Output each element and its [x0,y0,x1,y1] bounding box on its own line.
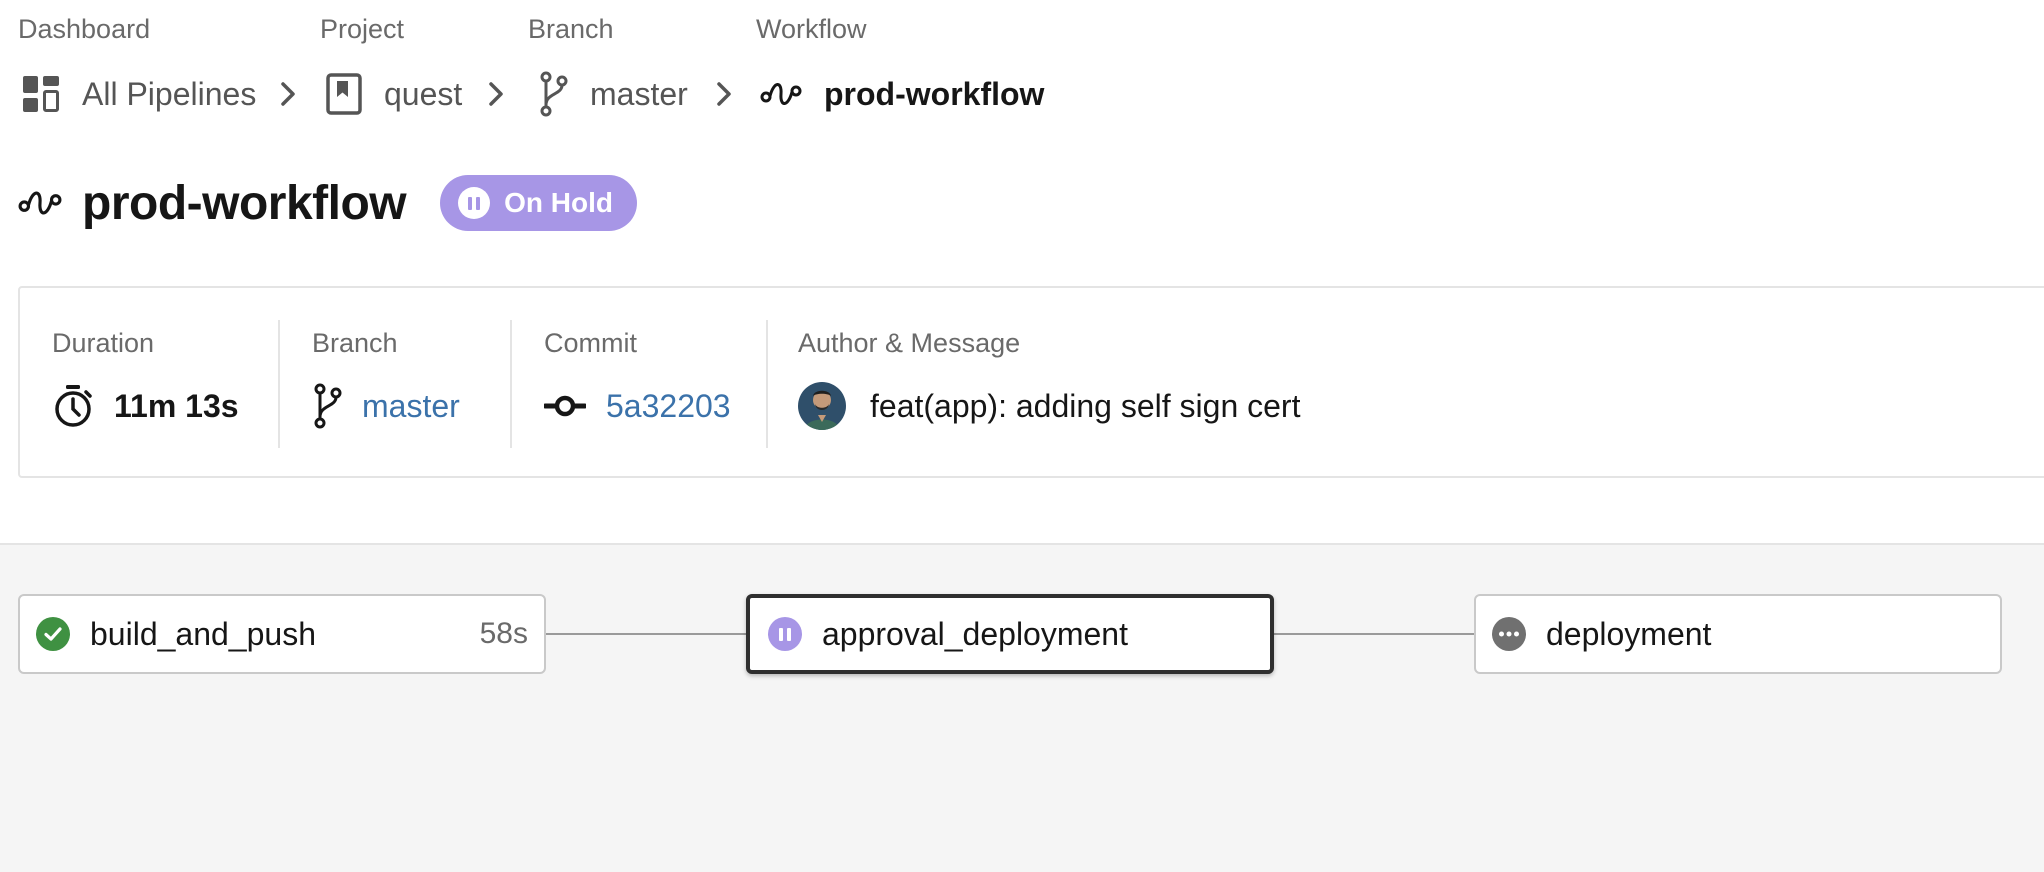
branch-section: Branch master [312,318,460,448]
success-check-icon [36,617,70,651]
job-node-approval-deployment[interactable]: approval_deployment [746,594,1274,674]
summary-divider [278,320,280,448]
chevron-right-icon [278,66,298,122]
page-title: prod-workflow [82,176,407,230]
breadcrumb-label-workflow: Workflow [756,14,867,44]
breadcrumb-all-pipelines-label: All Pipelines [82,75,257,112]
duration-label: Duration [52,328,155,358]
breadcrumb-all-pipelines[interactable]: All Pipelines [22,66,256,122]
breadcrumb: All Pipelines quest master prod-workflow [18,66,1118,122]
more-dots-icon [1492,617,1526,651]
status-badge-label: On Hold [504,187,614,218]
commit-icon [544,394,586,418]
breadcrumb-workflow-label: prod-workflow [824,75,1045,112]
stopwatch-icon [52,384,94,428]
chevron-right-icon [486,66,506,122]
project-bookmark-icon [326,73,362,115]
chevron-right-icon [714,66,734,122]
job-connector [545,633,748,635]
author-message-label: Author & Message [798,328,1021,358]
pause-icon [458,187,491,219]
job-connector [1272,633,1476,635]
job-name: deployment [1546,615,1712,652]
breadcrumb-label-project: Project [320,14,405,44]
workflow-graph [0,543,2044,872]
branch-icon [312,383,342,429]
branch-icon [538,71,568,117]
pause-icon [768,617,802,651]
job-node-deployment[interactable]: deployment [1474,594,2002,674]
summary-divider [510,320,512,448]
branch-label: Branch [312,328,398,358]
breadcrumb-label-branch: Branch [528,14,614,44]
breadcrumb-labels: Dashboard Project Branch Workflow [18,14,1018,54]
workflow-icon [18,187,62,219]
page-header: prod-workflow On Hold [18,168,638,238]
workflow-icon [760,79,802,109]
breadcrumb-branch[interactable]: master [538,66,688,122]
commit-link[interactable]: 5a32203 [606,388,731,425]
commit-message: feat(app): adding self sign cert [870,387,1301,424]
commit-label: Commit [544,328,637,358]
commit-section: Commit 5a32203 [544,318,731,448]
job-node-build-and-push[interactable]: build_and_push 58s [18,594,546,674]
author-message-section: Author & Message feat(app): adding self … [798,318,1300,448]
breadcrumb-project-label: quest [384,75,463,112]
dashboard-icon [22,75,60,113]
duration-section: Duration 11m 13s [52,318,239,448]
breadcrumb-workflow: prod-workflow [760,66,1044,122]
avatar[interactable] [798,382,846,430]
job-duration: 58s [479,617,528,650]
job-name: approval_deployment [822,615,1128,652]
breadcrumb-label-dashboard: Dashboard [18,14,151,44]
branch-link[interactable]: master [362,388,460,425]
workflow-summary-card: Duration 11m 13s Branch master Commit 5a… [18,286,2044,478]
breadcrumb-branch-label: master [590,75,688,112]
breadcrumb-project[interactable]: quest [326,66,462,122]
summary-divider [766,320,768,448]
job-name: build_and_push [90,615,316,652]
status-badge: On Hold [440,175,638,231]
duration-value: 11m 13s [114,387,239,424]
